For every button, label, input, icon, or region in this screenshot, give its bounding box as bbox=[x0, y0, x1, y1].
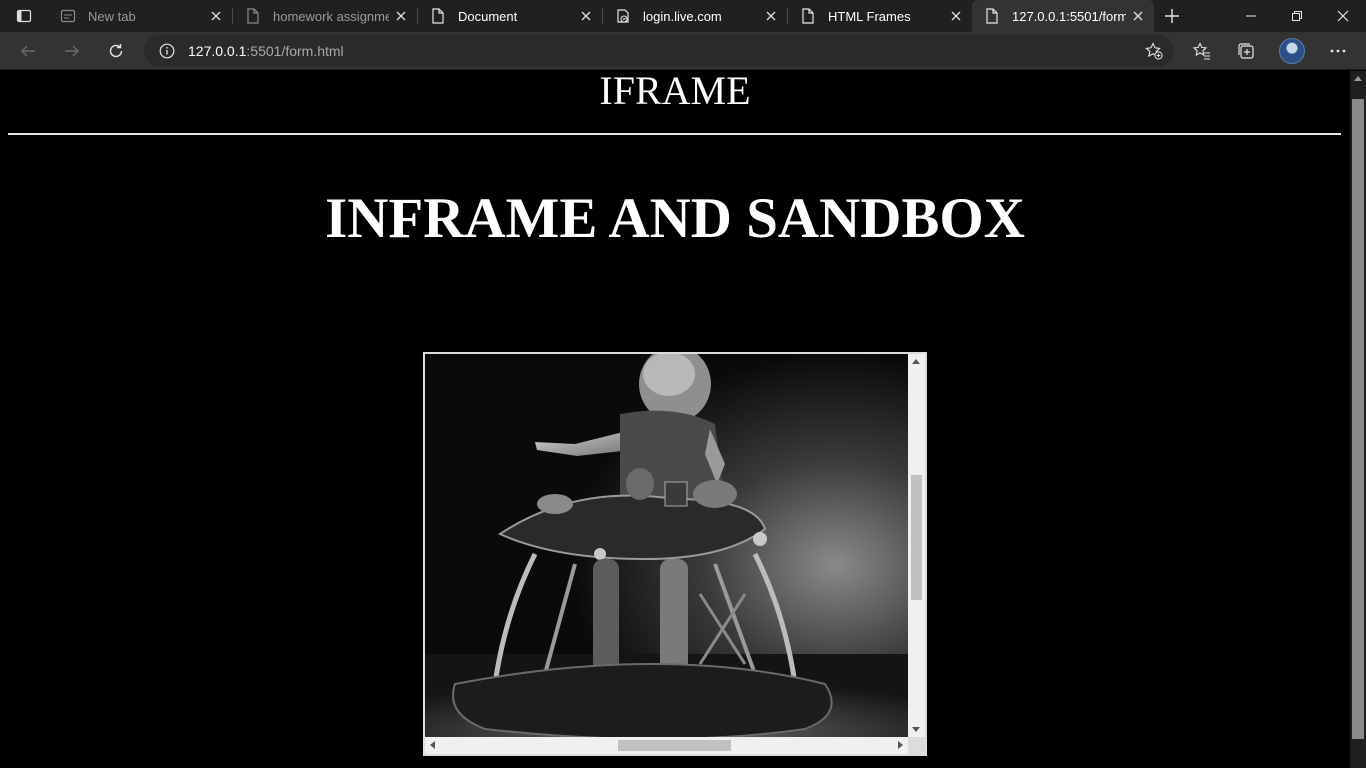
iframe-horizontal-scrollbar[interactable] bbox=[425, 737, 908, 754]
forward-button[interactable] bbox=[56, 35, 88, 67]
horizontal-rule bbox=[8, 133, 1341, 135]
collections-icon bbox=[1238, 43, 1254, 59]
browser-toolbar: 127.0.0.1:5501/form.html bbox=[0, 32, 1366, 70]
close-tab-icon[interactable] bbox=[389, 4, 413, 28]
tab-form-active[interactable]: 127.0.0.1:5501/form.html bbox=[972, 0, 1154, 32]
url-host: 127.0.0.1 bbox=[188, 43, 247, 59]
toddler-walker-photo bbox=[425, 354, 908, 737]
restore-button[interactable] bbox=[1274, 0, 1320, 32]
tab-actions-icon bbox=[16, 9, 32, 23]
scroll-thumb[interactable] bbox=[911, 475, 922, 600]
scroll-right-icon[interactable] bbox=[898, 741, 903, 749]
scroll-down-icon[interactable] bbox=[912, 727, 920, 732]
refresh-button[interactable] bbox=[100, 35, 132, 67]
close-tab-icon[interactable] bbox=[944, 4, 968, 28]
scroll-up-icon[interactable] bbox=[912, 359, 920, 364]
tab-strip: New tab homework assignment Document log… bbox=[0, 0, 1366, 32]
close-window-button[interactable] bbox=[1320, 0, 1366, 32]
add-favorite-icon[interactable] bbox=[1144, 41, 1164, 61]
scrollbar-corner bbox=[908, 737, 925, 754]
url-text: 127.0.0.1:5501/form.html bbox=[188, 43, 344, 59]
profile-button[interactable] bbox=[1276, 35, 1308, 67]
back-button[interactable] bbox=[12, 35, 44, 67]
address-bar[interactable]: 127.0.0.1:5501/form.html bbox=[144, 35, 1174, 67]
scroll-thumb[interactable] bbox=[618, 740, 731, 751]
collections-button[interactable] bbox=[1230, 35, 1262, 67]
arrow-left-icon bbox=[21, 45, 35, 57]
close-tab-icon[interactable] bbox=[204, 4, 228, 28]
tab-title: homework assignment bbox=[273, 8, 389, 24]
page-icon bbox=[984, 8, 1000, 24]
tab-new-tab[interactable]: New tab bbox=[48, 0, 233, 32]
avatar bbox=[1279, 38, 1305, 64]
iframe-sandbox[interactable] bbox=[423, 352, 927, 756]
close-tab-icon[interactable] bbox=[1126, 4, 1150, 28]
iframe-vertical-scrollbar[interactable] bbox=[908, 354, 925, 737]
page-title: IFRAME bbox=[599, 71, 751, 113]
new-tab-button[interactable] bbox=[1160, 4, 1184, 28]
settings-menu-button[interactable] bbox=[1322, 35, 1354, 67]
minimize-button[interactable] bbox=[1228, 0, 1274, 32]
plus-icon bbox=[1165, 9, 1179, 23]
page-icon bbox=[430, 8, 446, 24]
arrow-right-icon bbox=[65, 45, 79, 57]
tab-title: 127.0.0.1:5501/form.html bbox=[1012, 8, 1126, 24]
tab-actions-button[interactable] bbox=[0, 0, 48, 32]
close-tab-icon[interactable] bbox=[759, 4, 783, 28]
new-tab-page-icon bbox=[60, 8, 76, 24]
scroll-thumb[interactable] bbox=[1352, 99, 1364, 739]
scroll-up-icon[interactable] bbox=[1354, 76, 1362, 81]
favorites-icon bbox=[1192, 42, 1210, 60]
scroll-left-icon[interactable] bbox=[430, 741, 435, 749]
page-scrollbar[interactable] bbox=[1350, 71, 1366, 768]
microsoft-account-icon bbox=[615, 8, 631, 24]
favorites-button[interactable] bbox=[1186, 35, 1218, 67]
main-heading: INFRAME AND SANDBOX bbox=[325, 187, 1025, 250]
restore-icon bbox=[1292, 11, 1302, 21]
tab-html-frames[interactable]: HTML Frames bbox=[788, 0, 973, 32]
close-tab-icon[interactable] bbox=[574, 4, 598, 28]
page-viewport: IFRAME INFRAME AND SANDBOX bbox=[0, 71, 1350, 768]
close-icon bbox=[1337, 10, 1349, 22]
tab-title: New tab bbox=[88, 8, 136, 24]
page-icon bbox=[800, 8, 816, 24]
tab-homework-assignment[interactable]: homework assignment bbox=[233, 0, 418, 32]
tab-title: Document bbox=[458, 8, 518, 24]
tab-title: HTML Frames bbox=[828, 8, 911, 24]
tab-title: login.live.com bbox=[643, 8, 722, 24]
more-options-icon bbox=[1330, 49, 1346, 53]
iframe-image bbox=[425, 354, 908, 737]
info-icon[interactable] bbox=[158, 42, 176, 60]
url-path: :5501/form.html bbox=[246, 43, 344, 59]
page-icon bbox=[245, 8, 261, 24]
tab-document[interactable]: Document bbox=[418, 0, 603, 32]
refresh-icon bbox=[109, 44, 123, 58]
minimize-icon bbox=[1246, 15, 1256, 17]
tab-login-live[interactable]: login.live.com bbox=[603, 0, 788, 32]
